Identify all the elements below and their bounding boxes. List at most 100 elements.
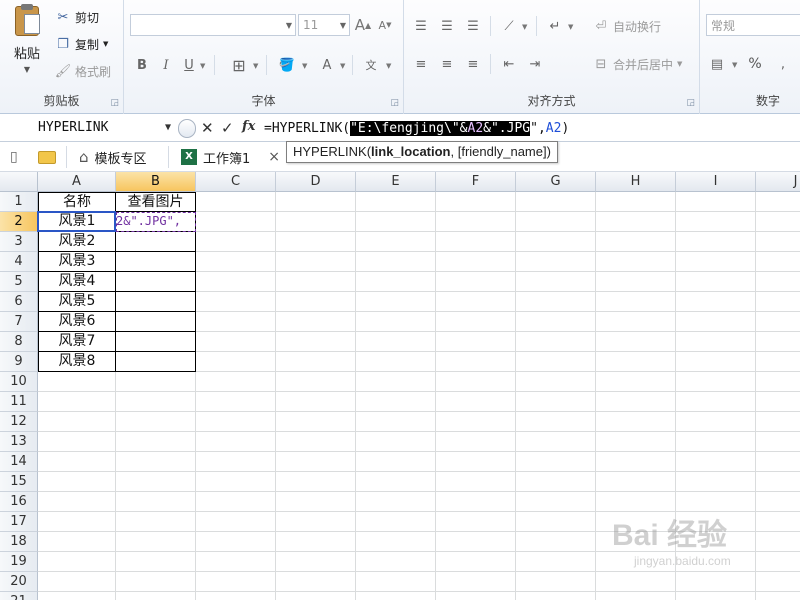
cell-d12[interactable] — [276, 412, 356, 432]
cell-f10[interactable] — [436, 372, 516, 392]
cell-b9[interactable] — [116, 352, 196, 372]
cell-i13[interactable] — [676, 432, 756, 452]
cell-d1[interactable] — [276, 192, 356, 212]
cell-g17[interactable] — [516, 512, 596, 532]
dialog-launcher-icon[interactable]: ◲ — [390, 98, 399, 108]
cell-a12[interactable] — [38, 412, 116, 432]
cell-c16[interactable] — [196, 492, 276, 512]
cell-i5[interactable] — [676, 272, 756, 292]
tab-workbook[interactable]: X 工作簿1 × — [168, 146, 280, 168]
cell-b3[interactable] — [116, 232, 196, 252]
cell-d19[interactable] — [276, 552, 356, 572]
dialog-launcher-icon[interactable]: ◲ — [110, 98, 119, 108]
cell-b14[interactable] — [116, 452, 196, 472]
cell-j1[interactable] — [756, 192, 800, 212]
cell-j4[interactable] — [756, 252, 800, 272]
cell-f12[interactable] — [436, 412, 516, 432]
cell-c10[interactable] — [196, 372, 276, 392]
cell-b8[interactable] — [116, 332, 196, 352]
cell-c9[interactable] — [196, 352, 276, 372]
cell-a9[interactable]: 风景8 — [38, 352, 116, 372]
cell-j16[interactable] — [756, 492, 800, 512]
cell-b13[interactable] — [116, 432, 196, 452]
cell-g15[interactable] — [516, 472, 596, 492]
row-header-12[interactable]: 12 — [0, 412, 38, 432]
align-right-icon[interactable]: ≡ — [462, 54, 484, 74]
cell-j15[interactable] — [756, 472, 800, 492]
cell-j13[interactable] — [756, 432, 800, 452]
cell-f18[interactable] — [436, 532, 516, 552]
chevron-down-icon[interactable]: ▼ — [568, 23, 573, 31]
cell-i16[interactable] — [676, 492, 756, 512]
cancel-icon[interactable]: ✕ — [201, 119, 214, 137]
cell-a5[interactable]: 风景4 — [38, 272, 116, 292]
cell-d8[interactable] — [276, 332, 356, 352]
text-direction-icon[interactable]: ↵ — [544, 16, 566, 36]
cell-g10[interactable] — [516, 372, 596, 392]
cell-b10[interactable] — [116, 372, 196, 392]
cell-j6[interactable] — [756, 292, 800, 312]
cell-g3[interactable] — [516, 232, 596, 252]
cell-h6[interactable] — [596, 292, 676, 312]
row-header-18[interactable]: 18 — [0, 532, 38, 552]
cell-e12[interactable] — [356, 412, 436, 432]
cell-c17[interactable] — [196, 512, 276, 532]
row-header-9[interactable]: 9 — [0, 352, 38, 372]
cell-e20[interactable] — [356, 572, 436, 592]
cell-h12[interactable] — [596, 412, 676, 432]
cell-j3[interactable] — [756, 232, 800, 252]
cell-h21[interactable] — [596, 592, 676, 600]
cell-b19[interactable] — [116, 552, 196, 572]
cell-i2[interactable] — [676, 212, 756, 232]
cell-f3[interactable] — [436, 232, 516, 252]
row-header-11[interactable]: 11 — [0, 392, 38, 412]
chevron-down-icon[interactable]: ▼ — [386, 62, 391, 70]
cell-g13[interactable] — [516, 432, 596, 452]
chevron-down-icon[interactable]: ▼ — [522, 23, 527, 31]
cell-h3[interactable] — [596, 232, 676, 252]
cell-h4[interactable] — [596, 252, 676, 272]
row-header-8[interactable]: 8 — [0, 332, 38, 352]
cell-b12[interactable] — [116, 412, 196, 432]
cell-e14[interactable] — [356, 452, 436, 472]
copy-button[interactable]: ❐ 复制 ▼ — [54, 34, 108, 54]
chevron-down-icon[interactable]: ▼ — [340, 62, 345, 70]
row-header-1[interactable]: 1 — [0, 192, 38, 212]
cell-j5[interactable] — [756, 272, 800, 292]
cell-e7[interactable] — [356, 312, 436, 332]
cell-h11[interactable] — [596, 392, 676, 412]
cell-i8[interactable] — [676, 332, 756, 352]
font-size-combo[interactable]: 11 ▼ — [298, 14, 350, 36]
cell-c6[interactable] — [196, 292, 276, 312]
percent-button[interactable]: % — [744, 54, 766, 74]
cell-c8[interactable] — [196, 332, 276, 352]
cell-g14[interactable] — [516, 452, 596, 472]
formula-input[interactable]: =HYPERLINK("E:\fengjing\"&A2&".JPG",A2) — [264, 118, 569, 139]
paste-button[interactable]: 粘贴 ▼ — [6, 4, 48, 82]
font-name-combo[interactable]: ▼ — [130, 14, 296, 36]
italic-button[interactable]: I — [155, 55, 177, 75]
accounting-format-icon[interactable]: ▤ — [706, 54, 728, 74]
row-header-20[interactable]: 20 — [0, 572, 38, 592]
borders-icon[interactable]: ⊞ — [228, 55, 250, 75]
cell-a7[interactable]: 风景6 — [38, 312, 116, 332]
cell-c7[interactable] — [196, 312, 276, 332]
row-header-21[interactable]: 21 — [0, 592, 38, 600]
cell-d16[interactable] — [276, 492, 356, 512]
cell-g1[interactable] — [516, 192, 596, 212]
cell-d14[interactable] — [276, 452, 356, 472]
align-left-icon[interactable]: ≡ — [410, 54, 432, 74]
cell-j21[interactable] — [756, 592, 800, 600]
cell-f11[interactable] — [436, 392, 516, 412]
row-header-5[interactable]: 5 — [0, 272, 38, 292]
cell-c19[interactable] — [196, 552, 276, 572]
cell-c4[interactable] — [196, 252, 276, 272]
cell-b18[interactable] — [116, 532, 196, 552]
cell-d9[interactable] — [276, 352, 356, 372]
shrink-font-button[interactable]: A ▼ — [374, 15, 396, 35]
cell-g5[interactable] — [516, 272, 596, 292]
chevron-down-icon[interactable]: ▼ — [200, 62, 205, 70]
row-header-2[interactable]: 2 — [0, 212, 38, 232]
cell-h13[interactable] — [596, 432, 676, 452]
bold-button[interactable]: B — [131, 55, 153, 75]
